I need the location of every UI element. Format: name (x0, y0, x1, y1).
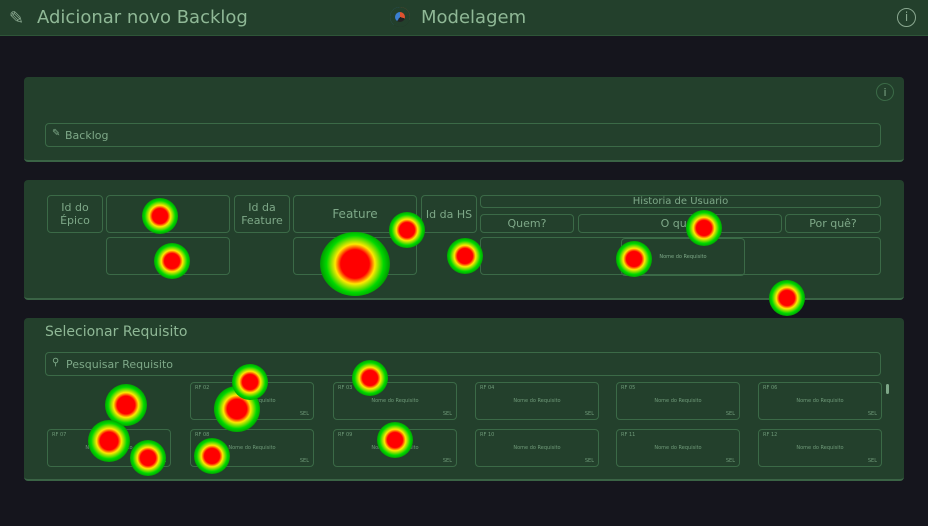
feature-id-label: Id da Feature (234, 195, 290, 233)
feature-label: Feature (293, 195, 417, 233)
requirement-card[interactable]: RF 06 Nome do Requisito SEL (758, 382, 882, 420)
app-name: Modelagem (421, 7, 527, 28)
backlog-input[interactable]: ✎ Backlog (45, 123, 881, 147)
user-story-label: Historia de Usuario (480, 195, 881, 208)
epic-id-select[interactable] (106, 237, 230, 275)
requirement-card[interactable]: RF 09 Nome do Requisito SEL (333, 429, 457, 467)
requirement-card[interactable]: RF 05 Nome do Requisito SEL (616, 382, 740, 420)
requirement-card[interactable]: RF 08 Nome do Requisito SEL (190, 429, 314, 467)
search-icon: ⚲ (52, 357, 60, 368)
epic-id-label: Id do Épico (47, 195, 103, 233)
mini-card-text: Nome do Requisito (659, 254, 707, 260)
requirement-card[interactable]: RF 04 Nome do Requisito SEL (475, 382, 599, 420)
user-story-input[interactable]: Nome do Requisito (480, 237, 881, 276)
info-icon[interactable]: i (876, 83, 894, 101)
requirement-card[interactable]: RF 12 Nome do Requisito SEL (758, 429, 882, 467)
scrollbar[interactable] (886, 384, 889, 394)
story-form-panel: Id do Épico Id da Feature Feature Id da … (24, 180, 904, 300)
mini-requirement-card[interactable]: Nome do Requisito (621, 238, 745, 276)
requirement-card[interactable]: RF 07 Nome do Requisito SEL (47, 429, 171, 467)
hs-id-label: Id da HS (421, 195, 477, 233)
what-label: O que? (578, 214, 782, 233)
info-icon[interactable]: i (897, 8, 916, 27)
backlog-panel: i ✎ Backlog (24, 77, 904, 162)
edit-icon: ✎ (52, 128, 61, 139)
requirement-card[interactable]: RF 03 Nome do Requisito SEL (333, 382, 457, 420)
backlog-placeholder: Backlog (65, 129, 109, 142)
requirement-card[interactable]: RF 02 Nome do Requisito SEL (190, 382, 314, 420)
search-input[interactable]: ⚲ Pesquisar Requisito (45, 352, 881, 376)
search-placeholder: Pesquisar Requisito (66, 358, 173, 371)
feature-select[interactable] (293, 237, 417, 275)
epic-id-input[interactable] (106, 195, 230, 233)
requirement-card[interactable]: RF 11 Nome do Requisito SEL (616, 429, 740, 467)
top-bar: ✎ Adicionar novo Backlog Modelagem i (0, 0, 928, 36)
app-logo (390, 7, 410, 27)
tool-icon[interactable]: ✎ (9, 8, 24, 29)
requirement-card[interactable]: RF 10 Nome do Requisito SEL (475, 429, 599, 467)
who-label: Quem? (480, 214, 574, 233)
requirements-panel: Selecionar Requisito ⚲ Pesquisar Requisi… (24, 318, 904, 481)
why-label: Por quê? (785, 214, 881, 233)
requirements-title: Selecionar Requisito (45, 324, 188, 340)
page-title: Adicionar novo Backlog (37, 7, 248, 28)
